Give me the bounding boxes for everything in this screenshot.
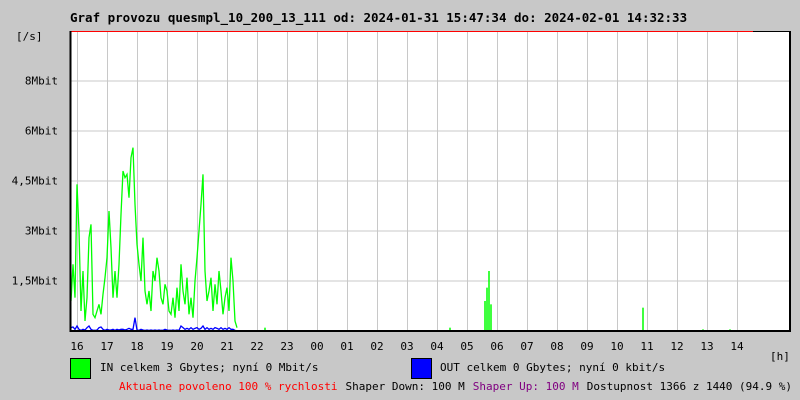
x-tick-label: 10: [610, 340, 624, 353]
x-tick-label: 12: [670, 340, 684, 353]
y-tick-label: 1,5Mbit: [11, 274, 58, 288]
x-tick-label: 05: [460, 340, 474, 353]
x-tick-label: 04: [430, 340, 444, 353]
y-tick-label: 6Mbit: [24, 124, 58, 138]
shaper-up-text: Shaper Up: 100 M: [472, 380, 579, 393]
x-tick-label: 16: [70, 340, 84, 353]
legend-in-label: IN celkem 3 Gbytes; nyní 0 Mbit/s: [100, 361, 319, 374]
x-tick-label: 09: [580, 340, 594, 353]
y-tick-label: 4,5Mbit: [11, 174, 58, 188]
x-tick-label: 13: [700, 340, 714, 353]
x-tick-label: 19: [160, 340, 174, 353]
x-tick-label: 14: [730, 340, 744, 353]
y-tick-label: 8Mbit: [24, 74, 58, 88]
x-tick-label: 11: [640, 340, 654, 353]
x-tick-label: 21: [220, 340, 234, 353]
availability-text: Dostupnost 1366 z 1440 (94.9 %): [586, 380, 793, 393]
x-tick-label: 23: [280, 340, 294, 353]
traffic-graph: Graf provozu quesmpl_10_200_13_111 od: 2…: [0, 0, 800, 400]
legend-in-swatch: [70, 358, 91, 379]
x-tick-label: 07: [520, 340, 534, 353]
legend-out-label: OUT celkem 0 Gbytes; nyní 0 kbit/s: [440, 361, 666, 374]
x-tick-label: 22: [250, 340, 264, 353]
shaper-down-text: Shaper Down: 100 M: [345, 380, 465, 393]
x-tick-label: 01: [340, 340, 354, 353]
x-axis-unit: [h]: [770, 350, 790, 363]
x-tick-label: 08: [550, 340, 564, 353]
x-tick-label: 02: [370, 340, 384, 353]
x-tick-label: 17: [100, 340, 114, 353]
x-tick-label: 20: [190, 340, 204, 353]
x-tick-label: 03: [400, 340, 414, 353]
x-tick-label: 00: [310, 340, 324, 353]
status-line: Aktualne povoleno 100 % rychlosti Shaper …: [119, 380, 800, 393]
x-tick-label: 06: [490, 340, 504, 353]
legend-out-swatch: [411, 358, 432, 379]
x-tick-label: 18: [130, 340, 144, 353]
y-tick-label: 3Mbit: [24, 224, 58, 238]
allowed-speed-text: Aktualne povoleno 100 % rychlosti: [119, 380, 338, 393]
